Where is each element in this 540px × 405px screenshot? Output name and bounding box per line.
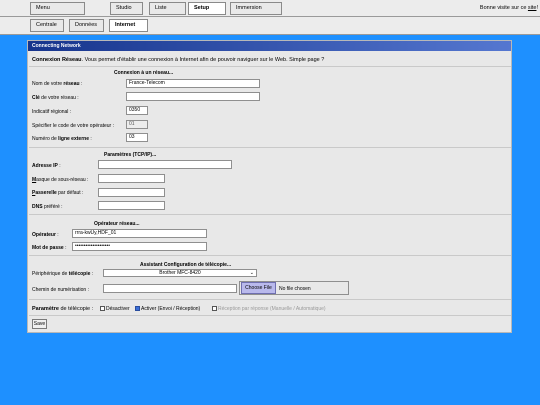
tab-studio[interactable]: Studio xyxy=(110,2,143,15)
network-name-label-pre: Nom de votre xyxy=(32,81,64,87)
tab-menu[interactable]: Menu xyxy=(30,2,85,15)
fax-device-label-pre: Périphérique de xyxy=(32,271,69,277)
fax-device-label-bold: télécopie xyxy=(68,271,91,277)
panel-intro: Connexion Réseau. Vous permet d'établir … xyxy=(32,57,324,63)
operator-field[interactable]: rrra-kwUy,HDF_01 xyxy=(72,229,207,238)
password-label-post: : xyxy=(63,245,67,251)
fax-device-label-post: : xyxy=(90,271,94,277)
welcome-prefix: Bonne visite sur ce xyxy=(479,5,528,11)
fax-enable-checkbox[interactable] xyxy=(135,306,140,311)
gateway-field[interactable] xyxy=(98,188,165,197)
operator-label-bold: Opérateur xyxy=(32,232,56,238)
fax-param-label-bold: Paramètre xyxy=(32,306,59,312)
external-line-label-post: : xyxy=(88,136,92,142)
gateway-label: Passerelle par défaut : xyxy=(32,190,83,196)
panel-title: Connecting Network xyxy=(28,41,511,51)
subnet-mask-field[interactable] xyxy=(98,174,165,183)
file-status: No file chosen xyxy=(279,286,311,292)
top-nav-bar: Menu Studio Liste Setup Immersion Bonne … xyxy=(0,0,540,17)
network-key-field[interactable] xyxy=(126,92,260,101)
network-name-label: Nom de votre réseau : xyxy=(32,81,82,87)
operator-code-field[interactable]: 01 xyxy=(126,120,148,129)
external-line-label: Numéro de ligne externe : xyxy=(32,136,92,142)
network-key-label: Clé de votre réseau : xyxy=(32,95,79,101)
fax-disable-checkbox[interactable] xyxy=(100,306,105,311)
password-label: Mot de passe : xyxy=(32,245,66,251)
scan-path-field[interactable] xyxy=(103,284,237,293)
fax-enable-label: Activer (Envoi / Réception) xyxy=(141,306,201,312)
intro-text: . Vous permet d'établir une connexion à … xyxy=(81,57,325,63)
subtab-donnees[interactable]: Données xyxy=(69,19,104,32)
chevron-down-icon: ⌄ xyxy=(249,270,254,276)
dns-label-bold: DNS xyxy=(32,204,43,210)
choose-file-button[interactable]: Choose File xyxy=(241,282,276,294)
divider xyxy=(29,255,511,256)
section-heading-fax: Assistant Configuration de télécopie... xyxy=(140,262,232,268)
operator-label: Opérateur : xyxy=(32,232,59,238)
divider xyxy=(29,315,511,316)
external-line-label-bold: ligne externe xyxy=(58,136,89,142)
subtab-centrale[interactable]: Centrale xyxy=(30,19,64,32)
network-name-field[interactable]: France-Telecom xyxy=(126,79,260,88)
section-heading-operateur: Opérateur réseau... xyxy=(94,221,140,227)
tab-liste[interactable]: Liste xyxy=(149,2,186,15)
network-name-label-bold: réseau xyxy=(63,81,80,87)
ip-address-field[interactable] xyxy=(98,160,232,169)
region-code-field[interactable]: 0350 xyxy=(126,106,148,115)
region-code-label: Indicatif régional : xyxy=(32,109,72,115)
section-heading-tcpip: Paramètres (TCP/IP)... xyxy=(104,152,157,158)
password-field[interactable]: •••••••••••••••••••• xyxy=(72,242,207,251)
network-name-label-post: : xyxy=(79,81,83,87)
sub-nav-bar: Centrale Données Internet xyxy=(0,17,540,35)
external-line-field[interactable]: 03 xyxy=(126,133,148,142)
scan-path-label: Chemin de numérisation : xyxy=(32,287,89,293)
operator-label-post: : xyxy=(55,232,59,238)
dns-label: DNS préféré : xyxy=(32,204,63,210)
ip-address-label-post: : xyxy=(57,163,61,169)
save-button[interactable]: Save xyxy=(32,319,47,329)
divider xyxy=(29,214,511,215)
tab-setup[interactable]: Setup xyxy=(188,2,226,15)
fax-answer-label: Réception par réponse (Manuelle / Automa… xyxy=(218,306,326,312)
subnet-mask-label-post: asque de sous-réseau : xyxy=(36,177,89,183)
tab-immersion[interactable]: Immersion xyxy=(230,2,282,15)
fax-device-label: Périphérique de télécopie : xyxy=(32,271,93,277)
ip-address-label-bold: Adresse IP xyxy=(32,163,58,169)
divider xyxy=(29,66,511,67)
gateway-label-post: par défaut : xyxy=(56,190,84,196)
fax-device-select[interactable]: Brother MFC-8420 ⌄ xyxy=(103,269,257,277)
connecting-network-panel: Connecting Network Connexion Réseau. Vou… xyxy=(27,40,512,333)
section-heading-connexion: Connexion à un réseau... xyxy=(114,70,174,76)
fax-param-label: Paramètre de télécopie : xyxy=(32,306,93,312)
dns-label-post: préféré : xyxy=(42,204,63,210)
divider xyxy=(29,299,511,300)
external-line-label-pre: Numéro de xyxy=(32,136,59,142)
operator-code-label: Spécifier le code de votre opérateur : xyxy=(32,123,114,129)
dns-field[interactable] xyxy=(98,201,165,210)
password-label-bold: passe xyxy=(49,245,64,251)
gateway-label-bold: asserelle xyxy=(35,190,57,196)
welcome-message: Bonne visite sur ce site! xyxy=(480,5,538,11)
password-label-pre: Mot de xyxy=(32,245,50,251)
divider xyxy=(29,147,511,148)
fax-device-selected: Brother MFC-8420 xyxy=(159,270,201,276)
network-key-label-post: de votre réseau : xyxy=(39,95,79,101)
fax-param-label-post: de télécopie : xyxy=(58,306,94,312)
subtab-internet[interactable]: Internet xyxy=(109,19,148,32)
fax-disable-label: Désactiver xyxy=(106,306,130,312)
intro-bold: Connexion Réseau xyxy=(32,57,82,63)
welcome-suffix: ! xyxy=(536,5,538,11)
network-key-label-bold: Clé xyxy=(32,95,40,101)
fax-answer-checkbox[interactable] xyxy=(212,306,217,311)
ip-address-label: Adresse IP : xyxy=(32,163,61,169)
subnet-mask-label: Masque de sous-réseau : xyxy=(32,177,88,183)
